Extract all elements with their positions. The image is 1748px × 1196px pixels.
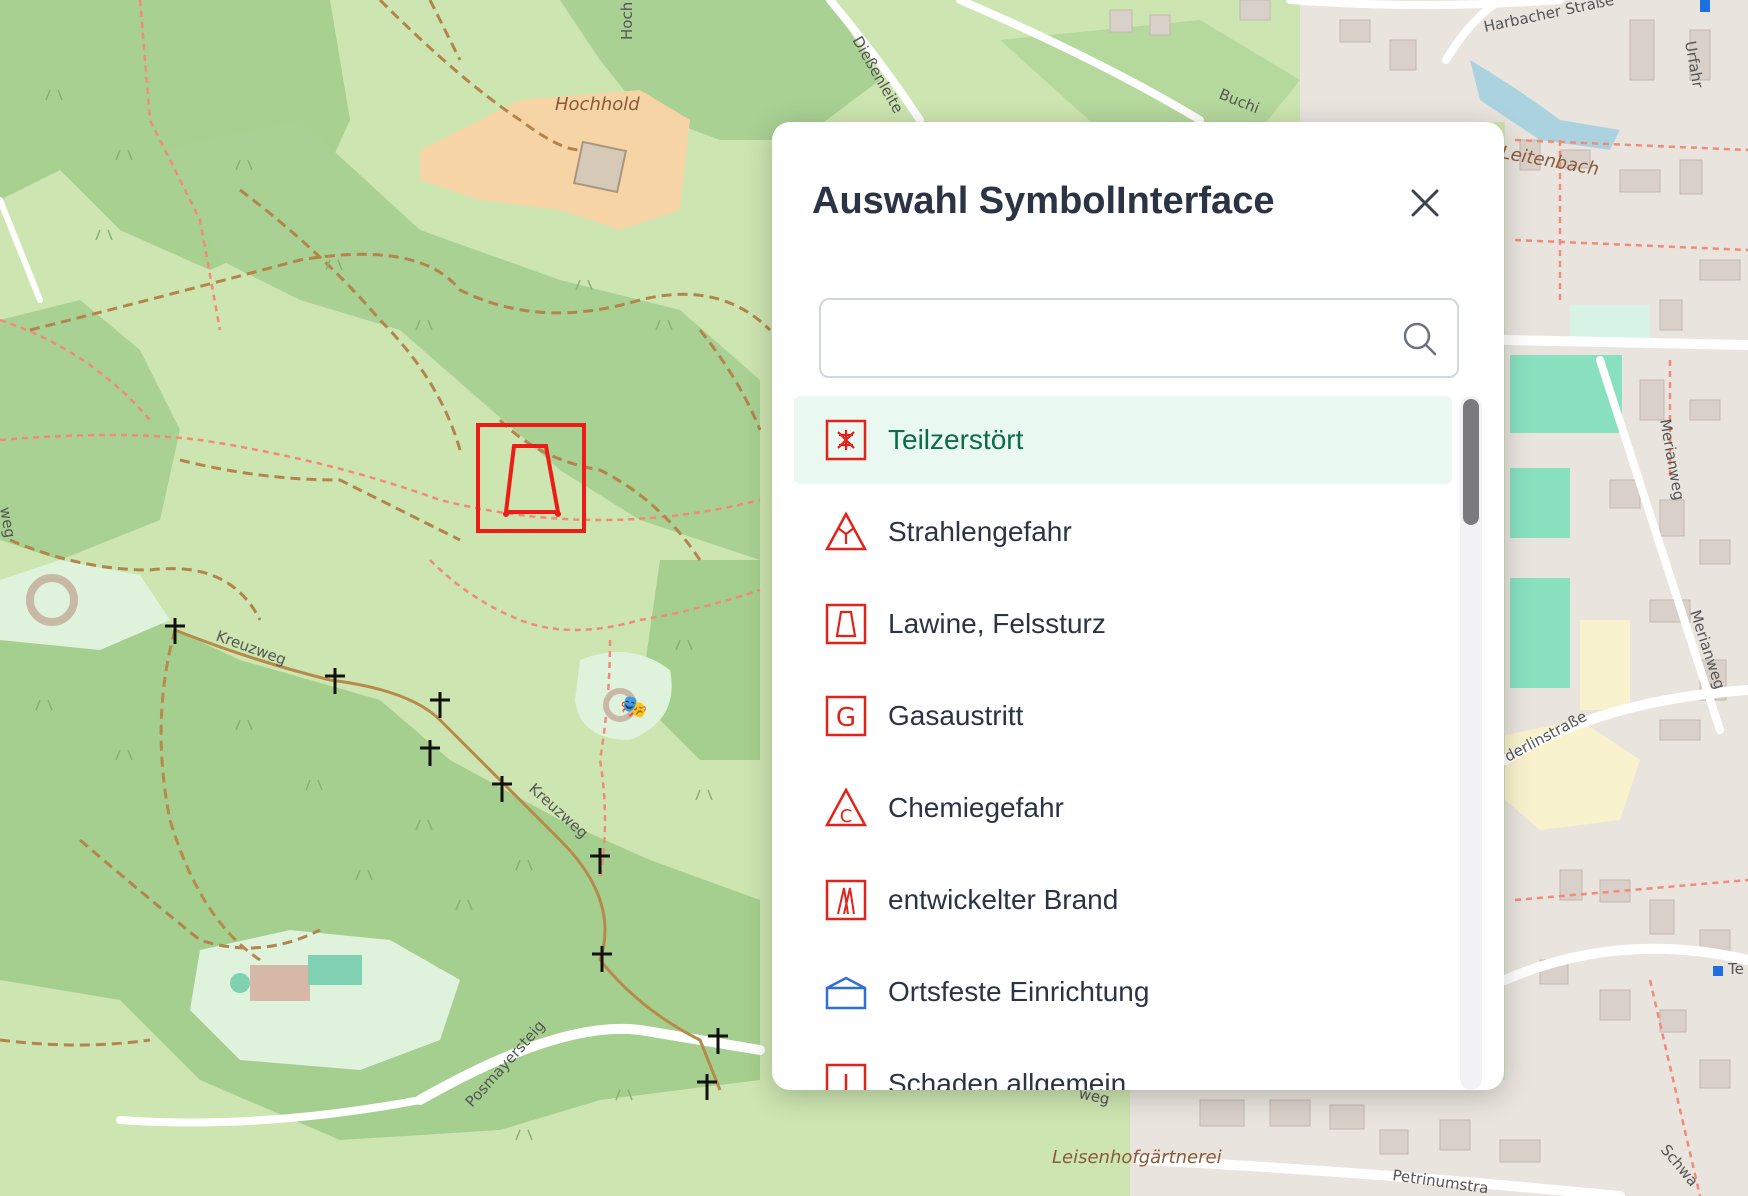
map-label-leisenhofgaertnerei: Leisenhofgärtnerei <box>1052 1147 1222 1168</box>
list-item-label: Ortsfeste Einrichtung <box>888 976 1150 1007</box>
list-item[interactable]: Strahlengefahr <box>794 488 1452 576</box>
map-label-hochhold: Hochhold <box>555 94 640 115</box>
list-item-label: Chemiegefahr <box>888 792 1064 823</box>
teilzerstoert-icon <box>825 419 867 461</box>
chemiegefahr-icon: C <box>824 787 868 827</box>
list-item-label: entwickelter Brand <box>888 884 1119 915</box>
list-item[interactable]: Schaden allgemein <box>794 1040 1452 1090</box>
search-input[interactable] <box>821 300 1391 376</box>
entwickelter-brand-icon <box>825 879 867 921</box>
list-item[interactable]: Teilzerstört <box>794 396 1452 484</box>
theatre-icon: 🎭 <box>620 695 647 720</box>
list-item[interactable]: entwickelter Brand <box>794 856 1452 944</box>
strahlengefahr-icon <box>824 511 868 551</box>
list-item[interactable]: Lawine, Felssturz <box>794 580 1452 668</box>
ortsfeste-einrichtung-icon <box>825 976 867 1010</box>
svg-text:G: G <box>836 703 856 733</box>
list-item-label: Schaden allgemein <box>888 1068 1127 1090</box>
schaden-allgemein-icon <box>825 1063 867 1090</box>
list-item[interactable]: C Chemiegefahr <box>794 764 1452 852</box>
list-item-label: Gasaustritt <box>888 700 1024 731</box>
list-item-label: Teilzerstört <box>888 424 1024 455</box>
symbol-picker-dialog: Auswahl SymbolInterface Teilzerstört Str… <box>772 122 1504 1090</box>
list-item-label: Strahlengefahr <box>888 516 1072 547</box>
list-item[interactable]: Ortsfeste Einrichtung <box>794 948 1452 1036</box>
list-item-label: Lawine, Felssturz <box>888 608 1106 639</box>
dialog-title: Auswahl SymbolInterface <box>812 180 1275 222</box>
close-icon <box>1411 189 1439 217</box>
list-item[interactable]: G Gasaustritt <box>794 672 1452 760</box>
street-label-hoch: Hoch <box>618 2 636 40</box>
search-field <box>819 298 1459 378</box>
street-label-te: Te <box>1727 960 1744 978</box>
scrollbar-track[interactable] <box>1460 396 1482 1090</box>
svg-text:C: C <box>840 806 853 827</box>
search-icon[interactable] <box>1401 320 1439 358</box>
close-button[interactable] <box>1400 178 1450 228</box>
symbol-list[interactable]: Teilzerstört Strahlengefahr Lawine, Fels… <box>794 396 1454 1090</box>
gasaustritt-icon: G <box>825 695 867 737</box>
scrollbar-thumb[interactable] <box>1463 399 1479 525</box>
lawine-felssturz-icon <box>825 603 867 645</box>
